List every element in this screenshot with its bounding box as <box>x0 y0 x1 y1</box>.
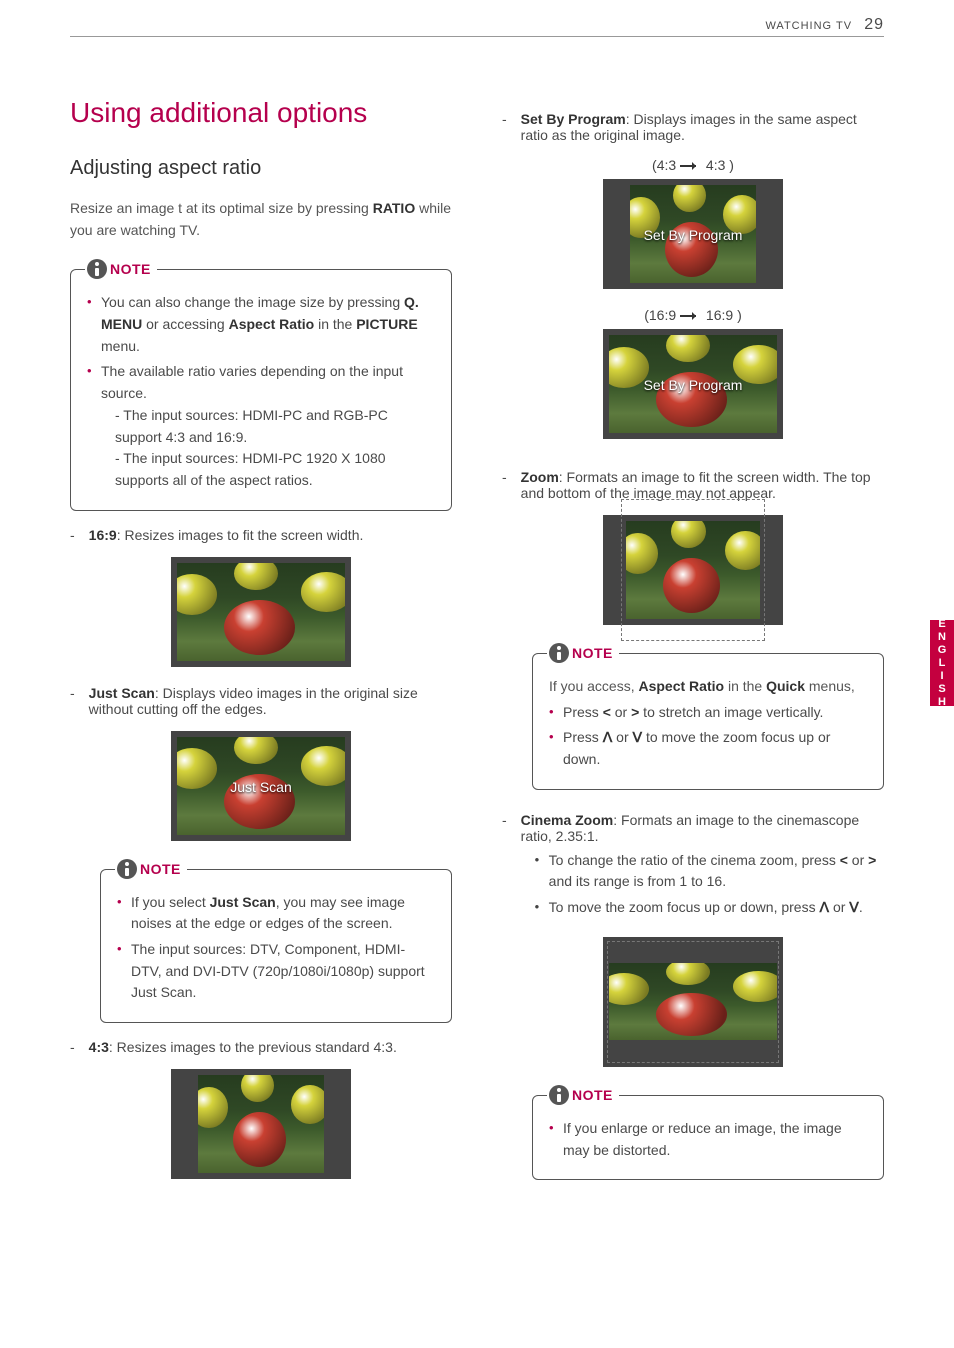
info-icon <box>87 259 107 279</box>
ratio-image-just-scan: Just Scan <box>171 731 351 841</box>
note-label: NOTE <box>547 643 619 663</box>
note-label: NOTE <box>115 859 187 879</box>
ratio-image-zoom <box>603 515 783 625</box>
sub-item: To change the ratio of the cinema zoom, … <box>535 850 884 893</box>
note-item: If you select Just Scan, you may see ima… <box>117 892 435 935</box>
ratio-image-sbp-4-3: Set By Program <box>603 179 783 289</box>
item-set-by-program: - Set By Program: Displays images in the… <box>502 111 884 143</box>
header-line: WATCHING TV 29 <box>70 36 884 37</box>
intro-text: Resize an image t at its optimal size by… <box>70 198 452 241</box>
info-icon <box>549 1085 569 1105</box>
note-item: You can also change the image size by pr… <box>87 292 435 357</box>
note-item: Press < or > to stretch an image vertica… <box>549 702 867 724</box>
ratio-image-4-3 <box>171 1069 351 1179</box>
section-subtitle: Adjusting aspect ratio <box>70 157 452 180</box>
item-zoom: - Zoom: Formats an image to fit the scre… <box>502 469 884 501</box>
note-box-2: NOTE If you select Just Scan, you may se… <box>100 869 452 1023</box>
item-cinema-zoom: - Cinema Zoom: Formats an image to the c… <box>502 812 884 923</box>
note-item: The input sources: DTV, Component, HDMI-… <box>117 939 435 1004</box>
ratio-label-16-9: (16:9 16:9 ) <box>502 307 884 323</box>
ratio-image-sbp-16-9: Set By Program <box>603 329 783 439</box>
item-16-9: - 16:9: Resizes images to fit the screen… <box>70 527 452 543</box>
ratio-label-4-3: (4:3 4:3 ) <box>502 157 884 173</box>
sub-item: To move the zoom focus up or down, press… <box>535 897 884 919</box>
overlay-sbp-1: Set By Program <box>603 227 783 243</box>
info-icon <box>117 859 137 879</box>
note-label: NOTE <box>547 1085 619 1105</box>
note-item: The available ratio varies depending on … <box>87 361 435 491</box>
item-just-scan: - Just Scan: Displays video images in th… <box>70 685 452 717</box>
header-section: WATCHING TV <box>765 20 852 32</box>
info-icon <box>549 643 569 663</box>
item-4-3: - 4:3: Resizes images to the previous st… <box>70 1039 452 1055</box>
note-box-3: NOTE If you access, Aspect Ratio in the … <box>532 653 884 790</box>
note-item: If you enlarge or reduce an image, the i… <box>549 1118 867 1161</box>
note-item: Press ꓥ or ꓦ to move the zoom focus up o… <box>549 727 867 770</box>
overlay-sbp-2: Set By Program <box>603 377 783 393</box>
note-label: NOTE <box>85 259 157 279</box>
note-box-4: NOTE If you enlarge or reduce an image, … <box>532 1095 884 1180</box>
ratio-image-cinema <box>603 937 783 1067</box>
note-intro: If you access, Aspect Ratio in the Quick… <box>549 676 867 698</box>
language-tab: ENGLISH <box>930 620 954 706</box>
overlay-just-scan: Just Scan <box>171 779 351 795</box>
page-title: Using additional options <box>70 97 452 129</box>
note-box-1: NOTE You can also change the image size … <box>70 269 452 510</box>
ratio-image-16-9 <box>171 557 351 667</box>
page-number: 29 <box>864 16 884 33</box>
